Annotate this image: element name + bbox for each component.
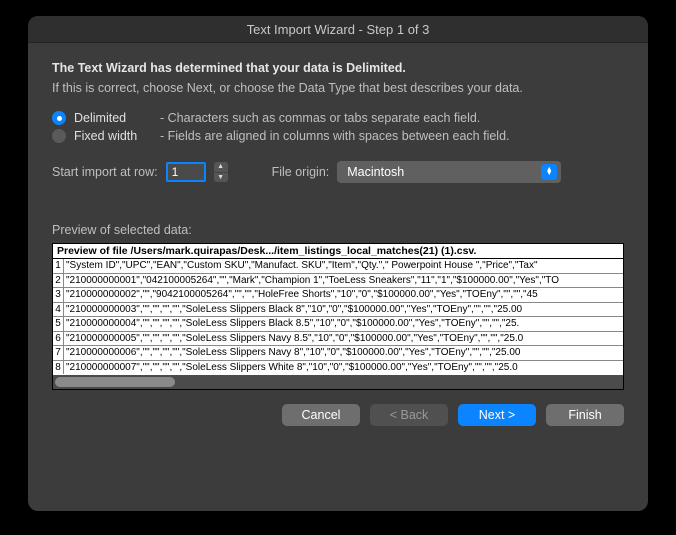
radio-delimited[interactable] xyxy=(52,111,66,125)
line-number: 6 xyxy=(53,332,64,346)
line-text: "210000000003","","","","","SoleLess Sli… xyxy=(64,303,522,317)
preview-line: 2"210000000001","042100005264","","Mark"… xyxy=(53,273,623,288)
wizard-heading: The Text Wizard has determined that your… xyxy=(52,61,624,75)
line-number: 2 xyxy=(53,274,64,288)
start-row-stepper[interactable]: ▲ ▼ xyxy=(214,162,228,182)
option-delimited-row: Delimited - Characters such as commas or… xyxy=(52,111,624,125)
finish-button[interactable]: Finish xyxy=(546,404,624,426)
line-number: 1 xyxy=(53,259,64,273)
window-title: Text Import Wizard - Step 1 of 3 xyxy=(247,22,430,37)
preview-line: 8"210000000007","","","","","SoleLess Sl… xyxy=(53,360,623,375)
line-number: 7 xyxy=(53,346,64,360)
titlebar: Text Import Wizard - Step 1 of 3 xyxy=(28,16,648,43)
preview-line: 5"210000000004","","","","","SoleLess Sl… xyxy=(53,316,623,331)
line-number: 5 xyxy=(53,317,64,331)
preview-line: 6"210000000005","","","","","SoleLess Sl… xyxy=(53,331,623,346)
preview-line: 1"System ID","UPC","EAN","Custom SKU","M… xyxy=(53,259,623,273)
wizard-body: The Text Wizard has determined that your… xyxy=(28,43,648,511)
line-text: "System ID","UPC","EAN","Custom SKU","Ma… xyxy=(64,259,538,273)
line-number: 4 xyxy=(53,303,64,317)
stepper-up-icon[interactable]: ▲ xyxy=(214,162,228,173)
wizard-subheading: If this is correct, choose Next, or choo… xyxy=(52,81,624,95)
file-origin-value: Macintosh xyxy=(347,165,404,179)
file-origin-select[interactable]: Macintosh ▲▼ xyxy=(337,161,561,183)
scroll-thumb[interactable] xyxy=(55,377,175,387)
preview-file-header: Preview of file /Users/mark.quirapas/Des… xyxy=(53,244,623,259)
preview-rows: 1"System ID","UPC","EAN","Custom SKU","M… xyxy=(53,259,623,374)
data-type-options: Delimited - Characters such as commas or… xyxy=(52,111,624,143)
radio-delimited-label: Delimited xyxy=(74,111,152,125)
radio-fixed-width-label: Fixed width xyxy=(74,129,152,143)
option-fixed-row: Fixed width - Fields are aligned in colu… xyxy=(52,129,624,143)
next-button[interactable]: Next > xyxy=(458,404,536,426)
radio-delimited-desc: - Characters such as commas or tabs sepa… xyxy=(160,111,480,125)
preview-box: Preview of file /Users/mark.quirapas/Des… xyxy=(52,243,624,390)
line-text: "210000000007","","","","","SoleLess Sli… xyxy=(64,361,518,375)
line-text: "210000000006","","","","","SoleLess Sli… xyxy=(64,346,520,360)
select-caret-icon: ▲▼ xyxy=(541,164,557,180)
line-text: "210000000005","","","","","SoleLess Sli… xyxy=(64,332,523,346)
radio-fixed-width-desc: - Fields are aligned in columns with spa… xyxy=(160,129,510,143)
cancel-button[interactable]: Cancel xyxy=(282,404,360,426)
line-text: "210000000001","042100005264","","Mark",… xyxy=(64,274,559,288)
preview-section-label: Preview of selected data: xyxy=(52,223,624,237)
back-button[interactable]: < Back xyxy=(370,404,448,426)
import-wizard-window: Text Import Wizard - Step 1 of 3 The Tex… xyxy=(28,16,648,511)
start-row-label: Start import at row: xyxy=(52,165,158,179)
horizontal-scrollbar[interactable] xyxy=(53,375,623,389)
preview-line: 3"210000000002","","9042100005264","",""… xyxy=(53,287,623,302)
line-number: 3 xyxy=(53,288,64,302)
start-row-input[interactable] xyxy=(166,162,206,182)
line-text: "210000000004","","","","","SoleLess Sli… xyxy=(64,317,519,331)
import-controls-row: Start import at row: ▲ ▼ File origin: Ma… xyxy=(52,161,624,183)
radio-fixed-width[interactable] xyxy=(52,129,66,143)
line-number: 8 xyxy=(53,361,64,375)
preview-line: 7"210000000006","","","","","SoleLess Sl… xyxy=(53,345,623,360)
preview-line: 4"210000000003","","","","","SoleLess Sl… xyxy=(53,302,623,317)
line-text: "210000000002","","9042100005264","","",… xyxy=(64,288,538,302)
wizard-buttons: Cancel < Back Next > Finish xyxy=(52,404,624,426)
file-origin-label: File origin: xyxy=(272,165,330,179)
stepper-down-icon[interactable]: ▼ xyxy=(214,173,228,183)
